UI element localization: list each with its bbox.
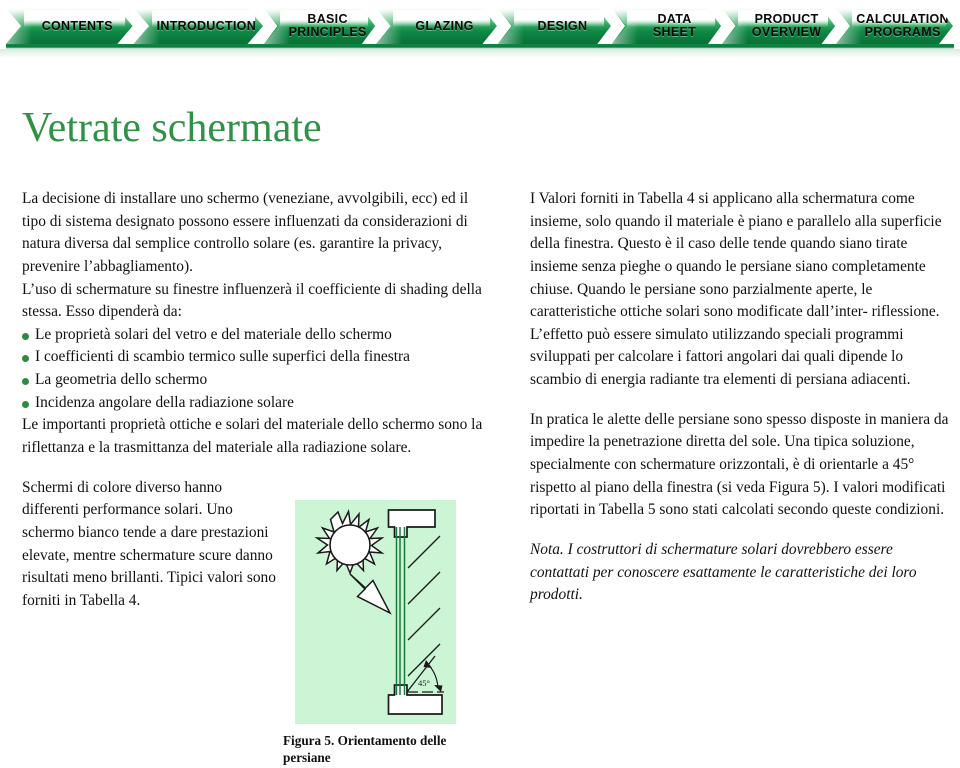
nav-tab-calculation-programs-label: CALCULATION PROGRAMS — [856, 12, 949, 39]
figure-caption: Figura 5. Orientamento delle persiane — [283, 733, 447, 766]
shading-factors-list: Le proprietà solari del vetro e del mate… — [22, 324, 490, 415]
list-item: Incidenza angolare della radiazione sola… — [22, 392, 490, 415]
list-item-label: Incidenza angolare della radiazione sola… — [35, 393, 294, 411]
sun-disc-icon — [329, 524, 371, 566]
right-text-column: I Valori forniti in Tabella 4 si applica… — [530, 188, 950, 607]
nav-tab-basic-principles-label: BASIC PRINCIPLES — [288, 12, 367, 39]
nav-tab-strip: CONTENTS INTRODUCTION BASIC PRINCIPLES G… — [6, 8, 954, 44]
list-item: Le proprietà solari del vetro e del mate… — [22, 324, 490, 347]
list-item: I coefficienti di scambio termico sulle … — [22, 346, 490, 369]
nav-tab-contents-label: CONTENTS — [41, 18, 113, 33]
top-navigation-bar: CONTENTS INTRODUCTION BASIC PRINCIPLES G… — [0, 0, 960, 58]
nav-tab-design[interactable]: DESIGN — [497, 8, 611, 44]
nav-tab-contents[interactable]: CONTENTS — [6, 8, 133, 44]
list-item-label: La geometria dello schermo — [35, 371, 208, 389]
page-title: Vetrate schermate — [22, 105, 322, 151]
list-item-label: Le proprietà solari del vetro e del mate… — [35, 325, 392, 343]
nav-tab-introduction-label: INTRODUCTION — [156, 18, 257, 33]
nav-tab-product-overview[interactable]: PRODUCT OVERVIEW — [722, 8, 836, 44]
left-paragraph-3: Le importanti proprietà ottiche e solari… — [22, 416, 483, 457]
right-note-paragraph: Nota. I costruttori di schermature solar… — [530, 540, 917, 604]
nav-tab-product-overview-label: PRODUCT OVERVIEW — [751, 12, 822, 39]
right-paragraph-2: In pratica le alette delle persiane sono… — [530, 410, 949, 519]
nav-tab-glazing-label: GLAZING — [415, 18, 474, 33]
figure-5-diagram: 45° — [295, 500, 456, 724]
left-paragraph-2: L’uso di schermature su finestre influen… — [22, 280, 482, 321]
glass-panes-icon — [395, 527, 406, 695]
angle-label: 45° — [418, 678, 430, 688]
sun-ray-arrow-icon — [349, 573, 392, 615]
list-item-label: I coefficienti di scambio termico sulle … — [35, 348, 410, 366]
nav-tab-data-sheet[interactable]: DATA SHEET — [611, 8, 722, 44]
nav-tab-calculation-programs[interactable]: CALCULATION PROGRAMS — [836, 8, 954, 44]
nav-tab-basic-principles[interactable]: BASIC PRINCIPLES — [264, 8, 376, 44]
nav-tab-data-sheet-label: DATA SHEET — [652, 12, 697, 39]
nav-tab-introduction[interactable]: INTRODUCTION — [133, 8, 264, 44]
nav-tab-design-label: DESIGN — [537, 18, 588, 33]
nav-shadow-fade — [0, 49, 960, 58]
right-paragraph-1: I Valori forniti in Tabella 4 si applica… — [530, 190, 942, 389]
louver-blades-icon — [407, 535, 441, 677]
left-paragraph-4: Schermi di colore diverso hanno differen… — [22, 478, 276, 609]
left-paragraph-1: La decisione di installare uno schermo (… — [22, 190, 469, 275]
list-item: La geometria dello schermo — [22, 369, 490, 392]
nav-tab-glazing[interactable]: GLAZING — [376, 8, 497, 44]
